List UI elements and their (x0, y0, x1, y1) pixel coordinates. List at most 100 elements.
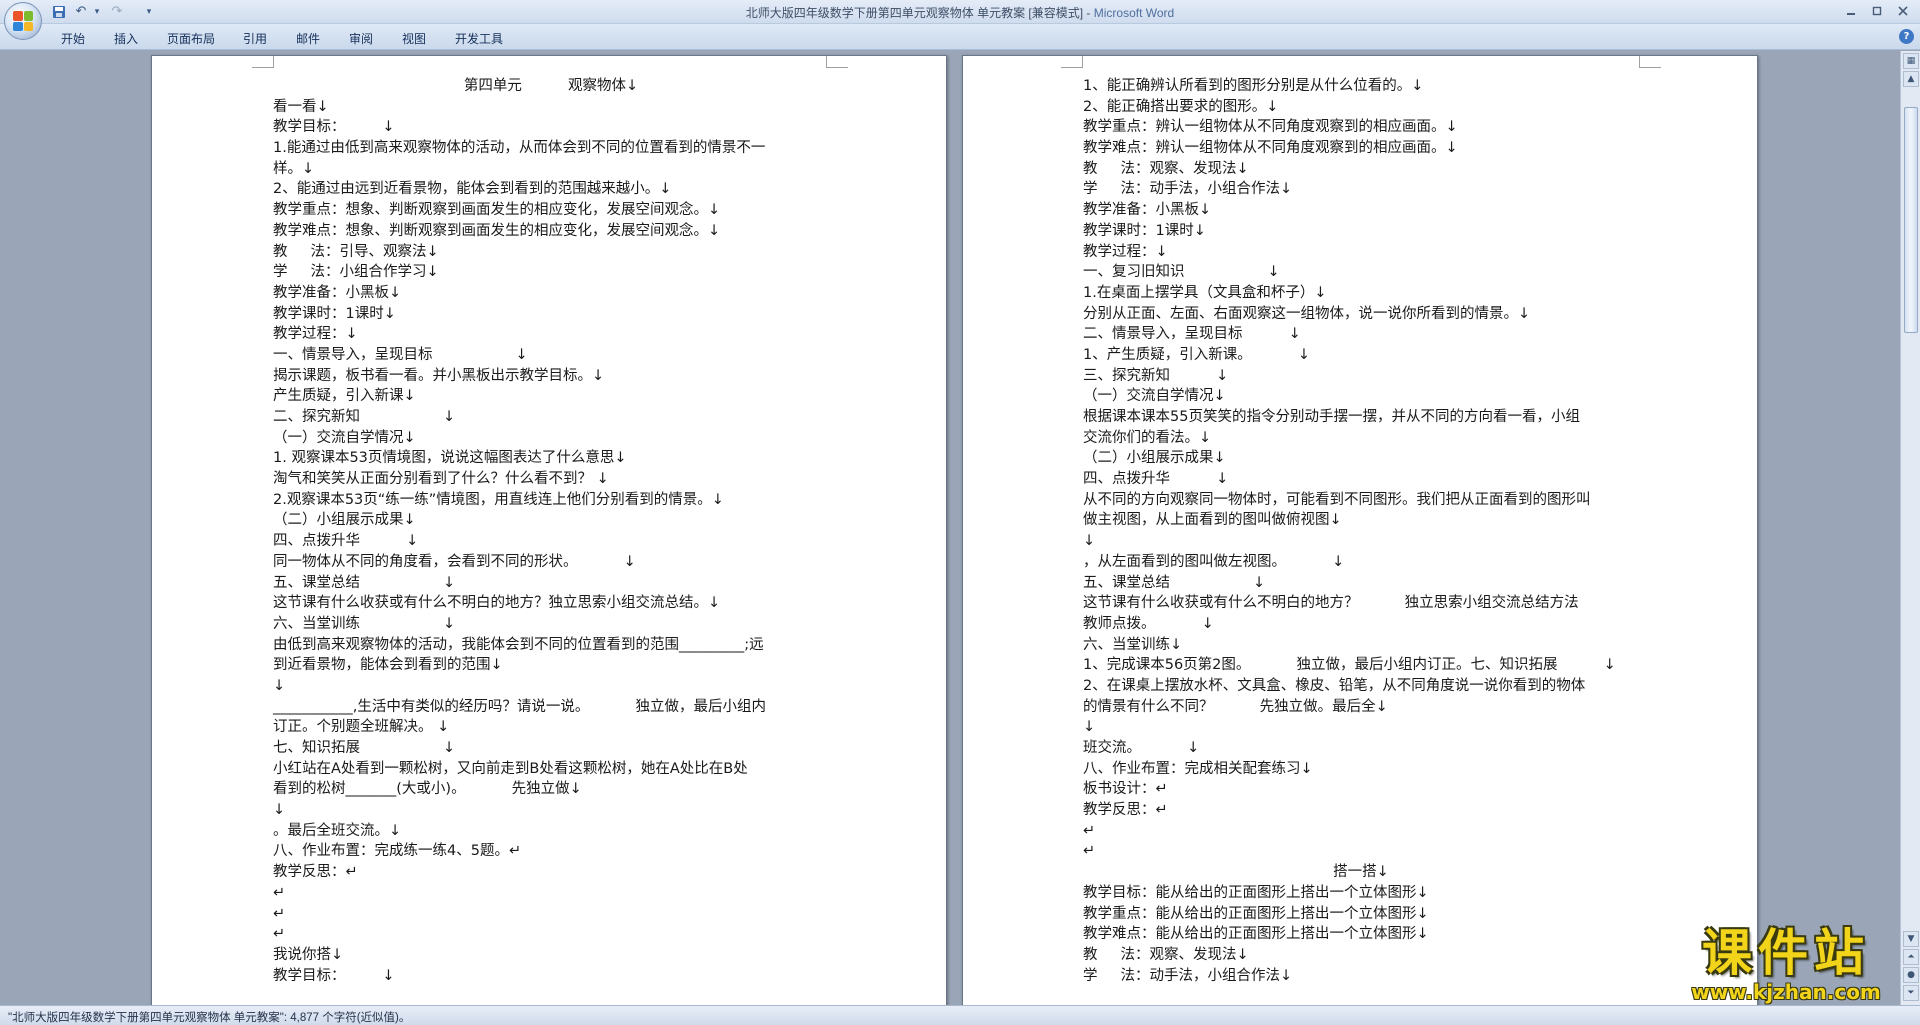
text-line: 看一看↓ (273, 98, 329, 115)
text-line: 我说你搭↓ (273, 946, 344, 963)
text-line: 1、产生质疑，引入新课。 ↓ (1083, 346, 1310, 363)
page-text[interactable]: 1、能正确辨认所看到的图形分别是从什么位看的。↓ 2、能正确搭出要求的图形。↓ 教学… (1083, 76, 1639, 986)
ruler-toggle-icon[interactable]: ▦ (1903, 53, 1919, 69)
text-line: 教学目标：能从给出的正面图形上搭出一个立体图形↓ (1083, 884, 1429, 901)
title-separator: - (1083, 6, 1094, 20)
app-name: Microsoft Word (1093, 6, 1175, 20)
text-line: 教 法：观察、发现法↓ (1083, 946, 1249, 963)
text-line: 教学目标： ↓ (273, 967, 395, 984)
text-line: （二）小组展示成果↓ (1083, 450, 1226, 467)
document-page-left[interactable]: 第四单元 观察物体↓ 看一看↓ 教学目标： ↓ 1.能通过由低到高来观察物体的活动，从… (151, 55, 947, 1005)
text-line: 揭示课题，板书看一看。并小黑板出示教学目标。↓ (273, 367, 605, 384)
scroll-up-icon[interactable]: ▲ (1903, 71, 1919, 87)
close-button[interactable] (1890, 2, 1916, 20)
previous-page-icon[interactable]: ⏶ (1903, 949, 1919, 965)
ribbon-tabs: 开始 插入 页面布局 引用 邮件 审阅 视图 开发工具 ? (0, 24, 1920, 50)
tab-page-layout[interactable]: 页面布局 (167, 30, 215, 47)
text-line: 五、课堂总结 ↓ (1083, 574, 1266, 591)
text-line: 订正。个别题全班解决。 ↓ (273, 719, 450, 736)
text-line: 教学课时：1课时↓ (1083, 222, 1206, 239)
text-line: 二、探究新知 ↓ (273, 409, 456, 425)
text-line: 班交流。 ↓ (1083, 740, 1200, 756)
text-line: 教学准备：小黑板↓ (273, 284, 402, 301)
text-line: ↓ (1083, 719, 1096, 736)
text-line: 学 法：小组合作学习↓ (273, 264, 439, 281)
vertical-scrollbar[interactable]: ▦ ▲ ▼ ⏶ ● ⏷ (1900, 51, 1920, 1005)
text-line: 1、能正确辨认所看到的图形分别是从什么位看的。↓ (1083, 78, 1424, 94)
next-page-icon[interactable]: ⏷ (1903, 985, 1919, 1001)
text-line: 学 法：动手法，小组合作法↓ (1083, 181, 1293, 198)
text-line: 教学准备：小黑板↓ (1083, 202, 1212, 219)
text-line: 教学课时：1课时↓ (273, 305, 396, 322)
text-line: ↓ (273, 677, 286, 694)
text-line: 分别从正面、左面、右面观察这一组物体，说一说你所看到的情景。↓ (1083, 305, 1531, 322)
text-line: 教学过程：↓ (1083, 243, 1168, 260)
office-logo-icon (13, 11, 33, 31)
tab-mailings[interactable]: 邮件 (296, 30, 320, 47)
text-line: 教学难点：能从给出的正面图形上搭出一个立体图形↓ (1083, 926, 1429, 943)
tab-references[interactable]: 引用 (243, 30, 267, 47)
text-line: 教学重点：想象、判断观察到画面发生的相应变化，发展空间观念。↓ (273, 202, 721, 219)
document-title: 北师大版四年级数学下册第四单元观察物体 单元教案 [兼容模式] (745, 6, 1084, 20)
tab-developer[interactable]: 开发工具 (455, 30, 503, 47)
text-line: 六、当堂训练↓ (1083, 636, 1183, 653)
text-line: 六、当堂训练 ↓ (273, 615, 456, 632)
tab-insert[interactable]: 插入 (114, 30, 138, 47)
crop-mark (1061, 56, 1083, 68)
office-button[interactable] (4, 2, 42, 40)
text-line: 1、完成课本56页第2图。 独立做，最后小组内订正。七、知识拓展 ↓ (1083, 657, 1616, 674)
word-count-status[interactable]: "北师大版四年级数学下册第四单元观察物体 单元教案": 4,877 个字符(近似… (8, 1009, 410, 1025)
text-line: 到近看景物，能体会到看到的范围↓ (273, 657, 503, 674)
page-text[interactable]: 第四单元 观察物体↓ 看一看↓ 教学目标： ↓ 1.能通过由低到高来观察物体的活动，从… (273, 76, 829, 986)
text-line: 教师点拨。 ↓ (1083, 615, 1214, 632)
text-line: 四、点拨升华 ↓ (1083, 471, 1229, 488)
restore-button[interactable] (1864, 2, 1890, 20)
text-line: （二）小组展示成果↓ (273, 512, 416, 529)
tab-view[interactable]: 视图 (402, 30, 426, 47)
text-line: ↓ (273, 802, 286, 819)
scrollbar-thumb[interactable] (1904, 107, 1918, 333)
text-line: 1.在桌面上摆学具（文具盒和杯子）↓ (1083, 284, 1327, 301)
status-bar: "北师大版四年级数学下册第四单元观察物体 单元教案": 4,877 个字符(近似… (0, 1005, 1920, 1025)
text-line: 教学重点：能从给出的正面图形上搭出一个立体图形↓ (1083, 905, 1429, 922)
crop-mark (1639, 56, 1661, 68)
document-area[interactable]: 第四单元 观察物体↓ 看一看↓ 教学目标： ↓ 1.能通过由低到高来观察物体的活动，从… (0, 51, 1900, 1005)
text-line: 教 法：观察、发现法↓ (1083, 160, 1249, 177)
minimize-button[interactable] (1838, 2, 1864, 20)
text-line: 学 法：动手法，小组合作法↓ (1083, 967, 1293, 984)
text-line: 二、情景导入，呈现目标 ↓ (1083, 326, 1301, 343)
tab-home[interactable]: 开始 (61, 30, 85, 47)
text-line: ↵ (1083, 843, 1096, 860)
crop-mark (826, 56, 848, 68)
text-line: 八、作业布置：完成相关配套练习↓ (1083, 760, 1313, 777)
text-line: 一、情景导入，呈现目标 ↓ (273, 346, 528, 363)
text-line: 根据课本课本55页笑笑的指令分别动手摆一摆，并从不同的方向看一看，小组 (1083, 409, 1580, 425)
help-icon[interactable]: ? (1899, 29, 1914, 44)
text-line: 一、复习旧知识 ↓ (1083, 264, 1280, 281)
text-line: 从不同的方向观察同一物体时，可能看到不同图形。我们把从正面看到的图形叫 (1083, 491, 1591, 508)
scroll-down-icon[interactable]: ▼ (1903, 931, 1919, 947)
window-title: 北师大版四年级数学下册第四单元观察物体 单元教案 [兼容模式] - Micros… (0, 4, 1920, 21)
text-line: 板书设计：↵ (1083, 781, 1168, 798)
text-line: 这节课有什么收获或有什么不明白的地方？ 独立思索小组交流总结方法 (1083, 595, 1579, 612)
text-line: 2.观察课本53页“练一练”情境图，用直线连上他们分别看到的情景。↓ (273, 491, 724, 508)
text-line: 三、探究新知 ↓ (1083, 367, 1229, 384)
tab-review[interactable]: 审阅 (349, 30, 373, 47)
text-line: 产生质疑，引入新课↓ (273, 388, 416, 405)
document-page-right[interactable]: 1、能正确辨认所看到的图形分别是从什么位看的。↓ 2、能正确搭出要求的图形。↓ 教学… (962, 55, 1758, 1005)
watermark-title: 课件站 (1702, 924, 1870, 982)
text-line: ___________,生活中有类似的经历吗？请说一说。 独立做，最后小组内 (273, 698, 766, 715)
text-line: 看到的松树_______(大或小)。 先独立做↓ (273, 781, 582, 798)
text-line: ↵ (273, 884, 286, 901)
text-line: ↵ (273, 926, 286, 943)
title-bar: ↶ ▾ ↷ ▾ 北师大版四年级数学下册第四单元观察物体 单元教案 [兼容模式] … (0, 0, 1920, 24)
text-line: 淘气和笑笑从正面分别看到了什么？什么看不到？ ↓ (273, 471, 609, 488)
select-browse-object-icon[interactable]: ● (1903, 967, 1919, 983)
text-line: 小红站在A处看到一颗松树，又向前走到B处看这颗松树，她在A处比在B处 (273, 760, 748, 777)
text-line: 教学难点：辨认一组物体从不同角度观察到的相应画面。↓ (1083, 140, 1458, 157)
text-line: 交流你们的看法。↓ (1083, 429, 1212, 446)
text-line: 教学重点：辨认一组物体从不同角度观察到的相应画面。↓ (1083, 119, 1458, 136)
text-line: （一）交流自学情况↓ (273, 429, 416, 446)
text-line: ↵ (1083, 822, 1096, 839)
text-line: 四、点拨升华 ↓ (273, 533, 419, 550)
